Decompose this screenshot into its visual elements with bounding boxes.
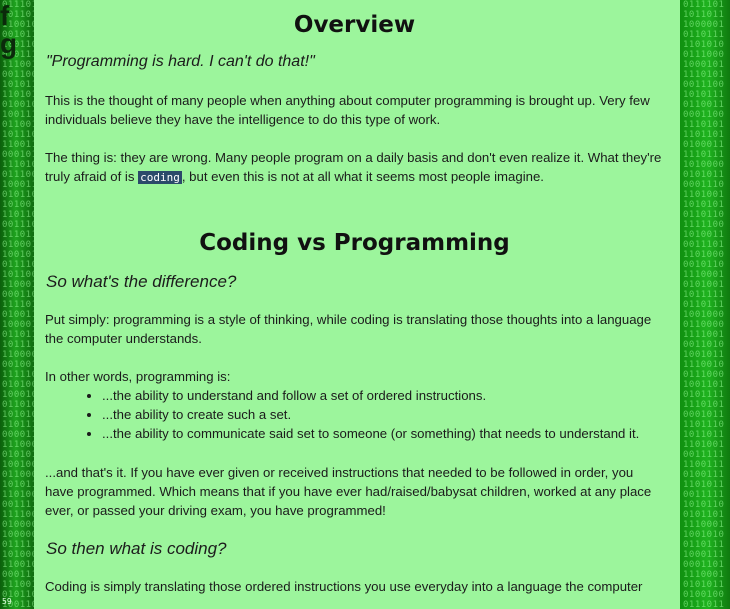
left-binary-background: 011101 101101 110010 001011 100110 01011…: [0, 0, 34, 609]
list-item: ...the ability to understand and follow …: [102, 386, 664, 405]
edge-letter-g: g: [0, 28, 18, 59]
quote-programming-is-hard: "Programming is hard. I can't do that!": [46, 53, 315, 70]
edge-letter-f: f: [0, 0, 10, 31]
page-number: 59: [2, 597, 12, 606]
subheading-difference: So what's the difference?: [46, 272, 237, 291]
paragraph-intro: This is the thought of many people when …: [45, 93, 650, 127]
paragraph-they-are-wrong: The thing is: they are wrong. Many peopl…: [45, 148, 664, 187]
paragraph-coding-is: Coding is simply translating those order…: [45, 579, 643, 594]
paragraph-thats-it: ...and that's it. If you have ever given…: [45, 465, 652, 518]
paragraph-text: , but even this is not at all what it se…: [181, 169, 544, 184]
right-binary-background: 0111101 1011011 1000001 0110111 1101010 …: [680, 0, 730, 609]
heading-overview: Overview: [293, 12, 416, 38]
right-binary-text: 0111101 1011011 1000001 0110111 1101010 …: [683, 0, 725, 609]
programming-definition-list: ...the ability to understand and follow …: [45, 386, 664, 443]
paragraph-in-other-words: In other words, programming is:: [45, 369, 231, 384]
cut-off-sidebar-text: f g: [0, 0, 18, 59]
list-item: ...the ability to communicate said set t…: [102, 424, 664, 443]
heading-coding-vs-programming: Coding vs Programming: [199, 230, 510, 256]
article-content: Overview "Programming is hard. I can't d…: [34, 0, 680, 609]
left-binary-text: 011101 101101 110010 001011 100110 01011…: [2, 0, 34, 609]
paragraph-put-simply: Put simply: programming is a style of th…: [45, 312, 652, 346]
subheading-what-is-coding: So then what is coding?: [46, 539, 227, 558]
inline-code-coding: coding: [138, 171, 182, 184]
list-item: ...the ability to create such a set.: [102, 405, 664, 424]
